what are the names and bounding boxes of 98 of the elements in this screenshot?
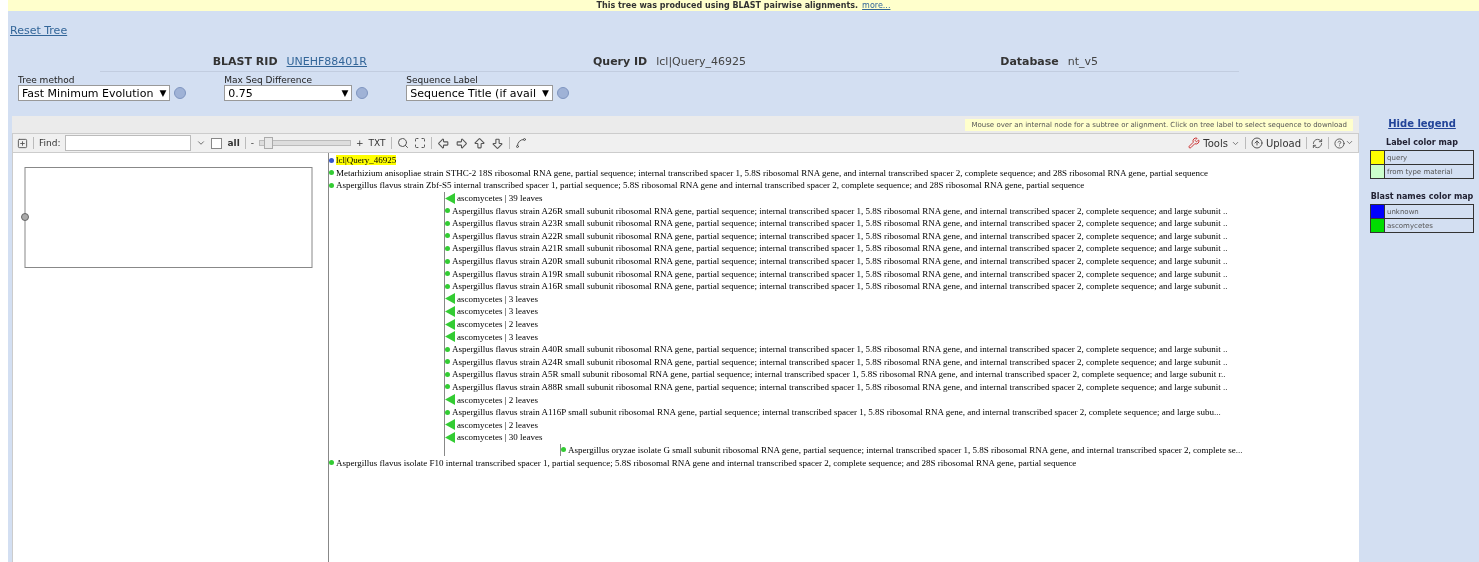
help-icon[interactable]	[174, 87, 187, 99]
info-link[interactable]: UNEHF88401R	[286, 54, 367, 68]
sequence-label[interactable]: ascomycetes | 2 leaves	[457, 419, 539, 430]
arrow-up-icon[interactable]	[472, 136, 486, 150]
help-icon[interactable]	[356, 87, 369, 99]
find-label: Find:	[39, 138, 61, 148]
info-value: lcl|Query_46925	[656, 54, 747, 68]
dropdown-icon[interactable]	[196, 138, 207, 148]
option-select[interactable]: Fast Minimum Evolution ▼	[18, 85, 171, 101]
sequence-label[interactable]: Aspergillus flavus strain Zbf-S5 internal transcribed spacer 1, partial sequence; 5.8S ribosomal RNA gene and internal transcribed spacer 2, complete sequence; and 28S ribosomal RNA gene, partial sequence	[336, 180, 1085, 191]
slider-thumb[interactable]	[264, 137, 274, 149]
info-value: nt_v5	[1067, 54, 1099, 68]
option-label: Sequence Label	[406, 75, 479, 85]
sequence-label[interactable]: Aspergillus flavus strain A116P small subunit ribosomal RNA gene, partial sequence; internal transcribed spacer 1, 5.8S ribosomal RNA gene, and internal transcribed spacer 2, complete sequence; and large subu...	[452, 407, 1221, 418]
leaf-node-icon[interactable]	[445, 245, 450, 251]
query-label[interactable]: lcl|Query_46925	[336, 155, 397, 166]
sequence-label[interactable]: Metarhizium anisopliae strain STHC-2 18S ribosomal RNA gene, partial sequence; internal transcribed spacer 1, 5.8S ribosomal RNA gene, and internal transcribed spacer 2, complete sequence; and 28S ribosomal RNA gene, partial sequence	[336, 167, 1208, 178]
sequence-label[interactable]: Aspergillus flavus strain A22R small subunit ribosomal RNA gene, partial sequence; internal transcribed spacer 1, 5.8S ribosomal RNA gene, and internal transcribed spacer 2, complete sequence; and large subunit ..	[452, 230, 1228, 241]
collapsed-clade-icon[interactable]	[445, 394, 455, 406]
leaf-node-icon[interactable]	[445, 283, 450, 289]
hide-legend-link[interactable]: Hide legend	[1388, 118, 1456, 129]
sequence-label[interactable]: ascomycetes | 3 leaves	[457, 306, 539, 317]
sequence-label[interactable]: Aspergillus flavus strain A21R small subunit ribosomal RNA gene, partial sequence; internal transcribed spacer 1, 5.8S ribosomal RNA gene, and internal transcribed spacer 2, complete sequence; and large subunit ..	[452, 243, 1228, 254]
arrow-down-icon[interactable]	[490, 136, 504, 150]
help-icon[interactable]	[556, 87, 569, 99]
refresh-icon[interactable]	[1312, 137, 1323, 149]
upload-button[interactable]: Upload	[1250, 137, 1301, 149]
leaf-node-icon[interactable]	[445, 258, 450, 264]
zoom-slider[interactable]	[259, 140, 351, 146]
collapsed-clade-icon[interactable]	[445, 331, 455, 343]
search-icon[interactable]	[396, 137, 409, 149]
expand-icon[interactable]	[17, 137, 28, 149]
leaf-node-icon[interactable]	[445, 271, 450, 277]
legend-title: Blast names color map	[1370, 192, 1474, 201]
wrench-icon	[1188, 137, 1201, 149]
sequence-label[interactable]: Aspergillus flavus strain A19R small subunit ribosomal RNA gene, partial sequence; internal transcribed spacer 1, 5.8S ribosomal RNA gene, and internal transcribed spacer 2, complete sequence; and large subunit ..	[452, 268, 1228, 279]
sequence-label[interactable]: Aspergillus flavus strain A16R small subunit ribosomal RNA gene, partial sequence; internal transcribed spacer 1, 5.8S ribosomal RNA gene, and internal transcribed spacer 2, complete sequence; and large subunit ..	[452, 281, 1228, 292]
leaf-node-icon[interactable]	[329, 460, 334, 466]
info-label: Database	[1000, 54, 1059, 68]
collapsed-clade-icon[interactable]	[445, 419, 455, 431]
sequence-label[interactable]: Aspergillus flavus strain A5R small subunit ribosomal RNA gene, partial sequence; internal transcribed spacer 1, 5.8S ribosomal RNA gene, and internal transcribed spacer 2, complete sequence; and large subunit r..	[452, 369, 1226, 380]
sequence-label[interactable]: Aspergillus flavus strain A40R small subunit ribosomal RNA gene, partial sequence; internal transcribed spacer 1, 5.8S ribosomal RNA gene, and internal transcribed spacer 2, complete sequence; and large subunit ..	[452, 344, 1228, 355]
sequence-label[interactable]: Aspergillus oryzae isolate G small subunit ribosomal RNA gene, partial sequence; internal transcribed spacer 1, 5.8S ribosomal RNA gene, and internal transcribed spacer 2, complete se...	[568, 444, 1243, 455]
collapsed-clade-icon[interactable]	[445, 305, 455, 317]
banner-text: This tree was produced using BLAST pairwise alignments.	[596, 1, 859, 10]
leaf-node-icon[interactable]	[445, 359, 450, 365]
help-icon[interactable]	[1334, 137, 1354, 149]
leaf-node-icon[interactable]	[445, 384, 450, 390]
fit-icon[interactable]	[413, 137, 426, 149]
collapsed-clade-icon[interactable]	[445, 192, 455, 204]
collapsed-clade-icon[interactable]	[445, 431, 455, 443]
zoom-in-button[interactable]: +	[356, 138, 364, 148]
info-label: Query ID	[592, 54, 648, 68]
more-link[interactable]: more...	[862, 1, 891, 10]
leaf-node-icon[interactable]	[445, 220, 450, 226]
txt-button[interactable]: TXT	[368, 138, 386, 148]
leaf-node-icon[interactable]	[445, 233, 450, 239]
option-select[interactable]: 0.75 ▼	[224, 85, 353, 101]
collapsed-clade-icon[interactable]	[445, 293, 455, 305]
find-field[interactable]	[65, 135, 192, 151]
leaf-node-icon[interactable]	[445, 409, 450, 415]
arrow-left-icon[interactable]	[436, 136, 450, 150]
sequence-label[interactable]: ascomycetes | 39 leaves	[457, 193, 543, 204]
sequence-label[interactable]: Aspergillus flavus isolate F10 internal transcribed spacer 1, partial sequence; 5.8S ribosomal RNA gene and internal transcribed spacer 2, complete sequence; and 28S ribosomal RNA gene, partial sequence	[336, 457, 1077, 468]
sequence-label[interactable]: ascomycetes | 30 leaves	[457, 432, 543, 443]
sequence-label[interactable]: ascomycetes | 2 leaves	[457, 394, 539, 405]
leaf-node-icon[interactable]	[445, 371, 450, 377]
sequence-label[interactable]: Aspergillus flavus strain A88R small subunit ribosomal RNA gene, partial sequence; internal transcribed spacer 1, 5.8S ribosomal RNA gene, and internal transcribed spacer 2, complete sequence; and large subunit ..	[452, 382, 1228, 392]
sequence-label[interactable]: Aspergillus flavus strain A24R small subunit ribosomal RNA gene, partial sequence; internal transcribed spacer 1, 5.8S ribosomal RNA gene, and internal transcribed spacer 2, complete sequence; and large subunit ..	[452, 356, 1228, 367]
option-label: Tree method	[18, 75, 76, 85]
caret-icon: ▼	[159, 88, 167, 98]
tools-button[interactable]: Tools	[1188, 137, 1240, 149]
collapsed-clade-icon[interactable]	[445, 318, 455, 330]
sequence-label[interactable]: ascomycetes | 2 leaves	[457, 319, 539, 329]
upload-icon	[1250, 137, 1263, 149]
option-select[interactable]: Sequence Title (if avail ▼	[406, 85, 553, 101]
leaf-node-icon[interactable]	[329, 157, 334, 163]
all-checkbox[interactable]	[211, 137, 223, 149]
branch-icon[interactable]	[514, 137, 527, 149]
leaf-node-icon[interactable]	[561, 447, 566, 453]
all-label: all	[227, 138, 240, 148]
leaf-node-icon[interactable]	[445, 208, 450, 214]
caret-icon: ▼	[541, 88, 549, 98]
info-label: BLAST RID	[212, 54, 278, 68]
zoom-out-button[interactable]: -	[250, 138, 254, 148]
sequence-label[interactable]: Aspergillus flavus strain A26R small subunit ribosomal RNA gene, partial sequence; internal transcribed spacer 1, 5.8S ribosomal RNA gene, and internal transcribed spacer 2, complete sequence; and large subunit ..	[452, 205, 1228, 216]
leaf-node-icon[interactable]	[329, 183, 334, 188]
sequence-label[interactable]: ascomycetes | 3 leaves	[457, 331, 539, 342]
sequence-label[interactable]: ascomycetes | 3 leaves	[457, 293, 539, 304]
sequence-label[interactable]: Aspergillus flavus strain A20R small subunit ribosomal RNA gene, partial sequence; internal transcribed spacer 1, 5.8S ribosomal RNA gene, and internal transcribed spacer 2, complete sequence; and large subunit ..	[452, 256, 1228, 267]
leaf-node-icon[interactable]	[329, 170, 334, 176]
caret-icon: ▼	[341, 88, 349, 98]
legend-title: Label color map	[1386, 138, 1458, 147]
option-label: Max Seq Difference	[224, 75, 313, 85]
leaf-node-icon[interactable]	[445, 346, 450, 352]
arrow-right-icon[interactable]	[454, 136, 468, 150]
reset-tree-link[interactable]: Reset Tree	[10, 24, 68, 37]
sequence-label[interactable]: Aspergillus flavus strain A23R small subunit ribosomal RNA gene, partial sequence; internal transcribed spacer 1, 5.8S ribosomal RNA gene, and internal transcribed spacer 2, complete sequence; and large subunit ..	[452, 218, 1228, 229]
